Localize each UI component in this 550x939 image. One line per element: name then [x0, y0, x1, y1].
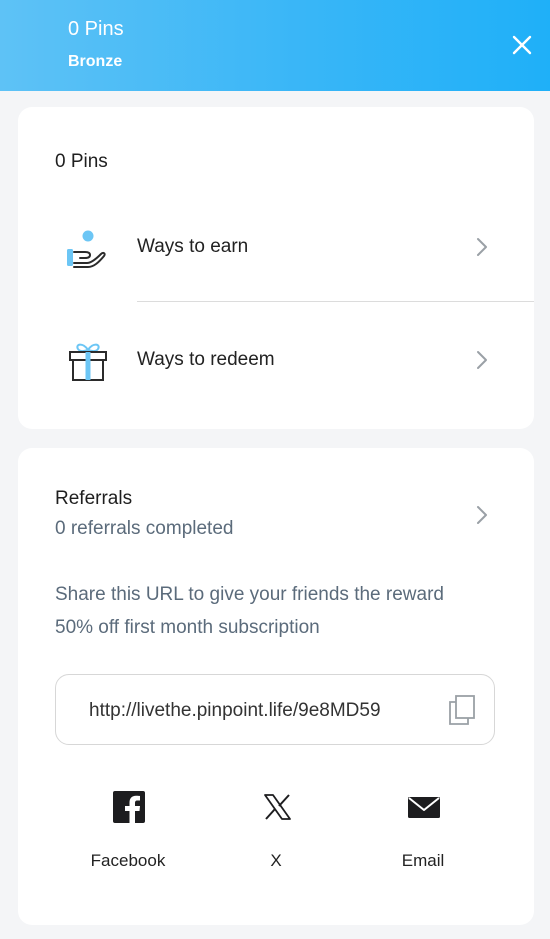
- gift-icon: [63, 340, 111, 384]
- referrals-title: Referrals: [55, 488, 133, 509]
- close-icon[interactable]: [508, 31, 536, 59]
- pins-balance: 0 Pins: [55, 151, 108, 172]
- facebook-icon: [112, 790, 146, 824]
- chevron-right-icon: [474, 348, 490, 372]
- ways-to-earn-row[interactable]: Ways to earn: [18, 207, 534, 287]
- share-email-button[interactable]: Email: [353, 788, 493, 878]
- ways-to-earn-label: Ways to earn: [137, 236, 249, 257]
- ways-to-redeem-row[interactable]: Ways to redeem: [18, 320, 534, 400]
- x-icon: [260, 790, 294, 824]
- referrals-count: 0 referrals completed: [55, 518, 234, 539]
- referrals-card: Referrals 0 referrals completed Share th…: [18, 448, 534, 925]
- email-icon: [407, 790, 441, 824]
- ways-to-redeem-label: Ways to redeem: [137, 349, 275, 370]
- referral-url[interactable]: http://livethe.pinpoint.life/9e8MD59: [89, 699, 425, 723]
- share-email-label: Email: [401, 851, 445, 870]
- share-x-button[interactable]: X: [206, 788, 346, 878]
- copy-icon[interactable]: [446, 693, 480, 727]
- hand-coin-icon: [63, 227, 111, 271]
- header-tier: Bronze: [68, 53, 123, 70]
- referral-description: Share this URL to give your friends the …: [55, 584, 444, 638]
- rewards-card: 0 Pins Ways to earn Ways to redeem: [18, 107, 534, 429]
- header-points: 0 Pins: [68, 18, 124, 40]
- chevron-right-icon[interactable]: [474, 503, 490, 527]
- share-facebook-label: Facebook: [90, 851, 166, 870]
- rewards-header: 0 Pins Bronze: [0, 0, 550, 91]
- share-facebook-button[interactable]: Facebook: [58, 788, 198, 878]
- row-divider: [137, 301, 534, 302]
- share-x-label: X: [270, 851, 282, 870]
- referral-url-field[interactable]: http://livethe.pinpoint.life/9e8MD59: [55, 674, 495, 745]
- chevron-right-icon: [474, 235, 490, 259]
